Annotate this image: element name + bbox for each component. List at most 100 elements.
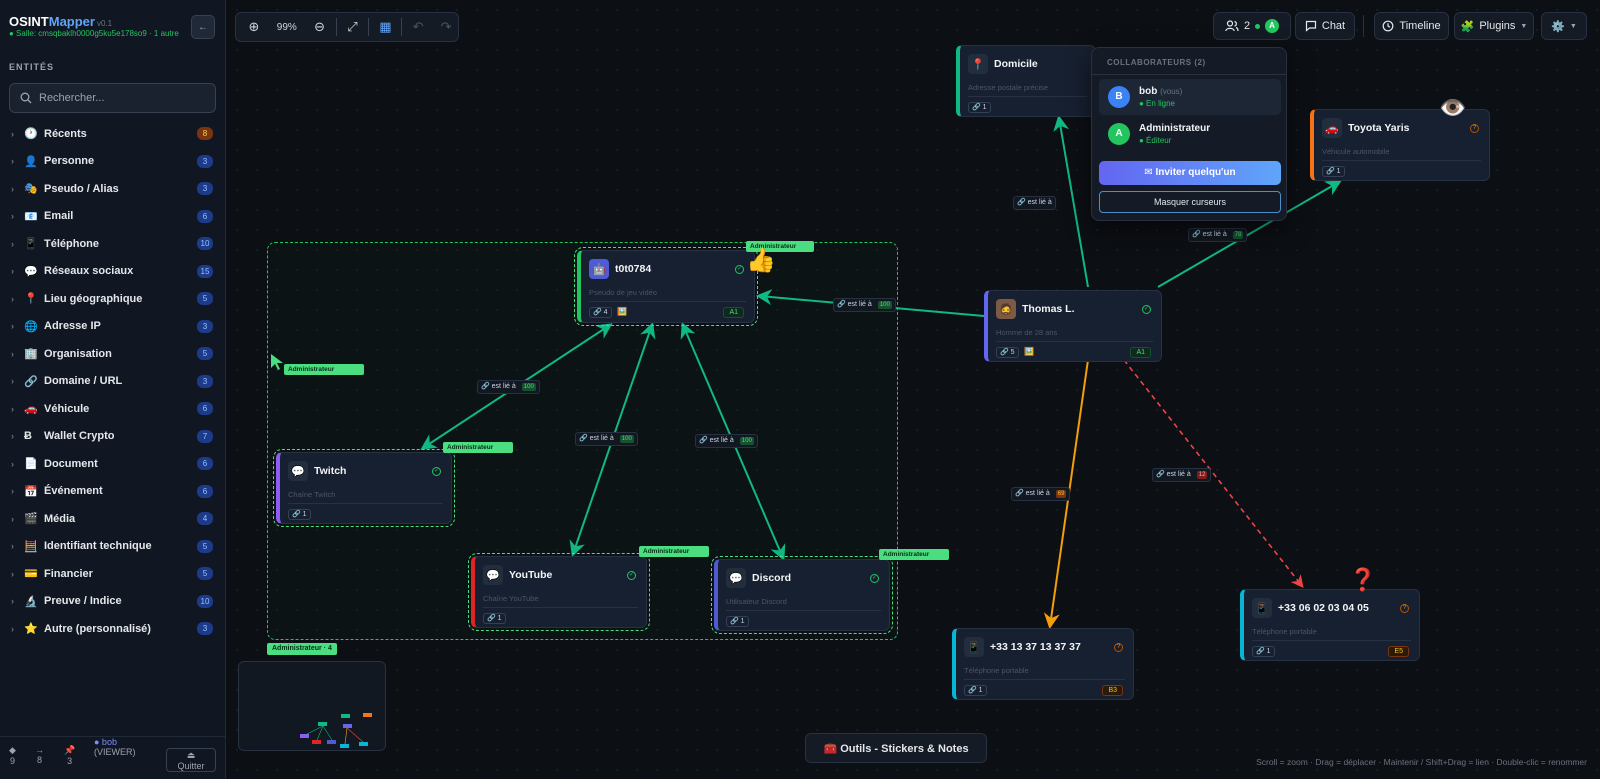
- eject-icon: ⏏: [186, 749, 196, 760]
- category-item-identifiant[interactable]: › 🧮 Identifiant technique 5: [0, 533, 226, 561]
- category-item-pseudo[interactable]: › 🎭 Pseudo / Alias 3: [0, 175, 226, 203]
- category-count: 6: [197, 484, 213, 498]
- graph-canvas[interactable]: Administrateur · 4 🔗 est lié à 100 🔗 est …: [227, 0, 1600, 779]
- fit-view-button[interactable]: ⤢: [341, 16, 365, 38]
- avatar: A: [1265, 19, 1280, 33]
- hide-cursors-button[interactable]: Masquer curseurs: [1099, 191, 1281, 213]
- verified-icon: ✓: [870, 574, 879, 583]
- category-item-ip[interactable]: › 🌐 Adresse IP 3: [0, 313, 226, 341]
- collaborator-item[interactable]: A Administrateur ● Éditeur: [1099, 116, 1281, 152]
- edge-label[interactable]: 🔗 est lié à 100: [477, 380, 540, 394]
- chevron-right-icon: ›: [11, 568, 14, 579]
- category-item-reseaux[interactable]: › 💬 Réseaux sociaux 15: [0, 258, 226, 286]
- sidebar-footer: ◆ 9 → 8 📌 3 ● bob (VIEWER) ⏏ Quitter: [0, 736, 226, 779]
- thumbs-up-sticker[interactable]: 👍: [746, 246, 776, 275]
- star-icon: ⭐: [24, 623, 38, 636]
- chevron-right-icon: ›: [11, 348, 14, 359]
- plugins-button[interactable]: 🧩 Plugins ▼: [1454, 12, 1534, 40]
- question-sticker[interactable]: ❓: [1349, 567, 1376, 593]
- category-item-lieu[interactable]: › 📍 Lieu géographique 5: [0, 285, 226, 313]
- category-label: Récents: [44, 127, 87, 140]
- category-label: Document: [44, 457, 98, 470]
- users-icon: [1225, 20, 1239, 32]
- search-box[interactable]: [9, 83, 216, 113]
- search-input[interactable]: [39, 92, 199, 104]
- person-icon: 👤: [24, 155, 38, 168]
- tools-stickers-notes-button[interactable]: 🧰 Outils - Stickers & Notes: [805, 733, 987, 763]
- eye-sticker[interactable]: 👁️: [1439, 95, 1466, 121]
- node-subtitle: Adresse postale précise: [968, 83, 1049, 92]
- category-item-document[interactable]: › 📄 Document 6: [0, 450, 226, 478]
- node-domicile[interactable]: 📍 Domicile Adresse postale précise 🔗 1: [956, 45, 1096, 117]
- category-item-vehicule[interactable]: › 🚗 Véhicule 6: [0, 395, 226, 423]
- quit-button[interactable]: ⏏ Quitter: [166, 748, 216, 772]
- category-item-preuve[interactable]: › 🔬 Preuve / Indice 10: [0, 588, 226, 616]
- image-icon: 🖼️: [1024, 347, 1034, 356]
- category-item-recents[interactable]: › 🕐 Récents 8: [0, 120, 226, 148]
- redo-button[interactable]: ↷: [434, 16, 458, 38]
- edge-label[interactable]: 🔗 est lié à 100: [833, 298, 896, 312]
- cursor-tag: Administrateur: [443, 442, 513, 453]
- settings-button[interactable]: ⚙️ ▼: [1541, 12, 1587, 40]
- category-item-financier[interactable]: › 💳 Financier 5: [0, 560, 226, 588]
- category-item-personne[interactable]: › 👤 Personne 3: [0, 148, 226, 176]
- node-link-count: 🔗 1: [964, 685, 987, 696]
- verified-icon: ✓: [1142, 305, 1151, 314]
- node-phone-1[interactable]: 📱 +33 13 37 13 37 37 ? Téléphone portabl…: [952, 628, 1134, 700]
- edge-label[interactable]: 🔗 est lié à: [1013, 196, 1056, 210]
- category-item-email[interactable]: › 📧 Email 6: [0, 203, 226, 231]
- category-item-evenement[interactable]: › 📅 Événement 6: [0, 478, 226, 506]
- collaborator-status: ● En ligne: [1139, 99, 1175, 108]
- minimap-overview: [300, 713, 372, 748]
- collapse-sidebar-button[interactable]: ←: [191, 15, 215, 39]
- node-discord[interactable]: 💬 Discord ✓ Utilisateur Discord 🔗 1: [711, 556, 893, 634]
- category-count: 6: [197, 209, 213, 223]
- category-item-domaine[interactable]: › 🔗 Domaine / URL 3: [0, 368, 226, 396]
- image-icon: 🖼️: [617, 307, 627, 316]
- chat-button[interactable]: Chat: [1295, 12, 1355, 40]
- node-subtitle: Chaîne YouTube: [483, 594, 539, 603]
- category-item-wallet[interactable]: › Ƀ Wallet Crypto 7: [0, 423, 226, 451]
- node-twitch[interactable]: 💬 Twitch ✓ Chaîne Twitch 🔗 1: [273, 449, 455, 527]
- edge-label[interactable]: 🔗 est lié à 12: [1152, 468, 1212, 482]
- microscope-icon: 🔬: [24, 595, 38, 608]
- node-thomas[interactable]: 🧔 Thomas L. ✓ Homme de 28 ans 🔗 5 🖼️ A1: [984, 290, 1162, 362]
- category-count: 4: [197, 512, 213, 526]
- room-info: ● Salle: cmsqbaklh0000g5ku5e178so9 · 1 a…: [9, 29, 179, 38]
- zoom-out-button[interactable]: ⊖: [308, 16, 332, 38]
- undo-button[interactable]: ↶: [406, 16, 430, 38]
- globe-icon: 🌐: [24, 320, 38, 333]
- collaborator-item[interactable]: B bob (vous) ● En ligne: [1099, 79, 1281, 115]
- minimap[interactable]: [238, 661, 386, 751]
- node-title: Twitch: [314, 465, 347, 477]
- category-item-telephone[interactable]: › 📱 Téléphone 10: [0, 230, 226, 258]
- edge-label[interactable]: 🔗 est lié à 100: [575, 432, 638, 446]
- node-t0t0784[interactable]: 🤖 t0t0784 ✓ Pseudo de jeu vidéo 🔗 4 🖼️ A…: [574, 247, 758, 326]
- node-divider: [288, 503, 443, 504]
- zoom-in-button[interactable]: ⊕: [242, 16, 266, 38]
- collaborators-button[interactable]: 2 A: [1213, 12, 1291, 40]
- category-item-organisation[interactable]: › 🏢 Organisation 5: [0, 340, 226, 368]
- toolbar-divider: [368, 18, 370, 36]
- node-title: Domicile: [994, 58, 1038, 70]
- edge-line[interactable]: [1053, 114, 1089, 288]
- category-label: Identifiant technique: [44, 540, 152, 553]
- edge-label[interactable]: 🔗 est lié à 69: [1011, 487, 1071, 501]
- invite-button[interactable]: ✉ Inviter quelqu'un: [1099, 161, 1281, 185]
- grid-layout-button[interactable]: ▦: [373, 16, 397, 38]
- category-item-autre[interactable]: › ⭐ Autre (personnalisé) 3: [0, 615, 226, 643]
- edge-label[interactable]: 🔗 est lié à 100: [695, 434, 758, 448]
- category-count: 10: [197, 594, 213, 608]
- sidebar: OSINTMapper v0.1 ● Salle: cmsqbaklh0000g5…: [0, 0, 226, 779]
- search-icon: [20, 92, 32, 104]
- category-count: 5: [197, 292, 213, 306]
- category-count: 3: [197, 622, 213, 636]
- timeline-button[interactable]: Timeline: [1374, 12, 1449, 40]
- category-item-media[interactable]: › 🎬 Média 4: [0, 505, 226, 533]
- node-youtube[interactable]: 💬 YouTube ✓ Chaîne YouTube 🔗 1: [468, 553, 650, 631]
- node-phone-2[interactable]: 📱 +33 06 02 03 04 05 ? Téléphone portabl…: [1240, 589, 1420, 661]
- node-subtitle: Véhicule automobile: [1322, 147, 1390, 156]
- node-title: Thomas L.: [1022, 303, 1075, 315]
- edge-line[interactable]: [1123, 359, 1304, 589]
- edge-label[interactable]: 🔗 est lié à 78: [1188, 228, 1248, 242]
